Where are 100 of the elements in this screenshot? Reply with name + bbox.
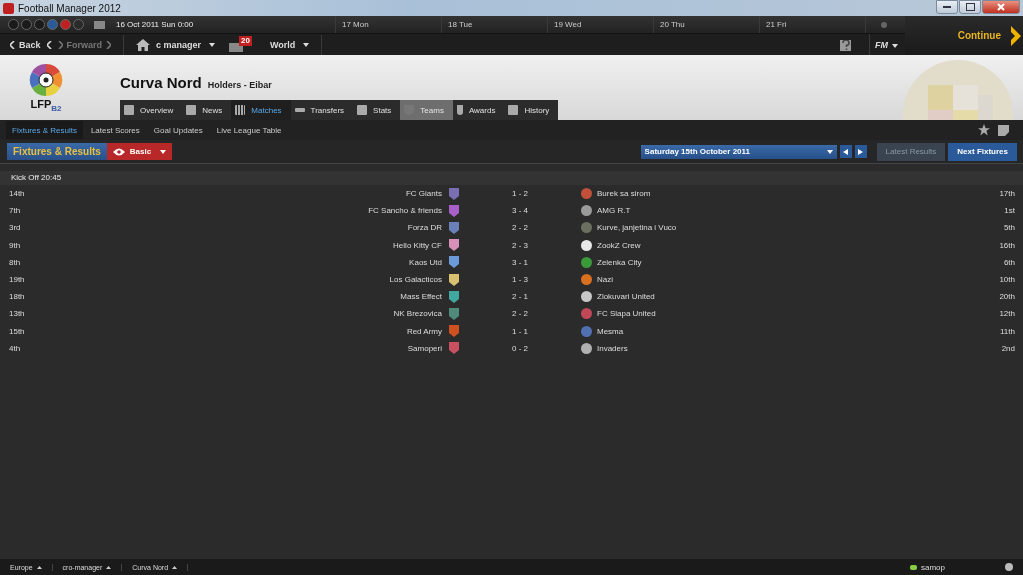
next-button[interactable] — [854, 145, 867, 158]
date-dropdown[interactable]: Saturday 15th October 2011 — [640, 144, 837, 159]
note-icon[interactable] — [998, 124, 1009, 136]
round-button-icon[interactable] — [73, 19, 84, 30]
table-cell-text: 3rd — [9, 223, 22, 233]
team-name[interactable]: Invaders — [597, 343, 955, 353]
team-name[interactable]: Nazi — [597, 275, 955, 285]
subnav-item[interactable]: Live League Table — [210, 121, 288, 139]
subnav-item[interactable]: Fixtures & Results — [6, 121, 83, 139]
table-cell-text: 18th — [9, 292, 26, 302]
score[interactable]: 1 - 3 — [462, 275, 578, 285]
team-name[interactable]: Kurve, janjetina i Vuco — [597, 223, 955, 233]
score[interactable]: 2 - 2 — [462, 223, 578, 233]
tab[interactable]: Overview — [120, 100, 183, 120]
page-subtitle: Holders - Eibar — [207, 80, 272, 90]
score[interactable]: 1 - 1 — [462, 326, 578, 336]
table-cell-text: 20th — [998, 292, 1015, 302]
team-name[interactable]: Hello Kitty CF — [69, 240, 442, 250]
minimize-button[interactable] — [936, 0, 958, 14]
team-name[interactable]: Red Army — [69, 326, 442, 336]
team-name[interactable]: FC Giants — [69, 189, 442, 199]
home-icon[interactable] — [136, 39, 151, 51]
caret-icon — [106, 565, 112, 569]
team-name[interactable]: ZookZ Crew — [597, 240, 955, 250]
chevron-left-icon[interactable] — [46, 41, 52, 49]
subnav-item[interactable]: Goal Updates — [147, 121, 209, 139]
table-cell-text: 13th — [9, 309, 26, 319]
app-icon — [3, 2, 14, 14]
score[interactable]: 2 - 2 — [462, 309, 578, 319]
team-name[interactable]: FC Sancho & friends — [69, 206, 442, 216]
world-menu[interactable]: World — [269, 40, 310, 50]
table-cell-text: 8th — [9, 257, 22, 267]
table-cell-text: 2nd — [1000, 343, 1015, 353]
team-name[interactable]: FC Slapa United — [597, 309, 955, 319]
team-name[interactable]: Los Galacticos — [69, 275, 442, 285]
toolbar-button[interactable]: Latest Results — [876, 142, 946, 161]
round-button-icon[interactable] — [47, 19, 58, 30]
triangle-right-icon — [858, 148, 864, 155]
maximize-button[interactable] — [959, 0, 981, 14]
tab[interactable]: News — [182, 100, 232, 120]
caret-icon — [826, 149, 833, 154]
caret-icon — [892, 44, 898, 48]
team-name[interactable]: AMG R.T — [597, 206, 955, 216]
calendar-day[interactable]: 21 Fri — [759, 16, 865, 33]
score[interactable]: 1 - 2 — [462, 189, 578, 199]
caret-icon — [160, 149, 167, 154]
calendar-day[interactable]: 20 Thu — [653, 16, 759, 33]
slider-knob-icon[interactable] — [880, 21, 887, 28]
table-cell-text: 12th — [998, 309, 1015, 319]
tab[interactable]: Awards — [452, 100, 505, 120]
back-button[interactable]: Back — [10, 40, 41, 50]
tab[interactable]: Transfers — [290, 100, 354, 120]
grid-icon — [235, 105, 246, 115]
tab[interactable]: Matches — [231, 100, 291, 120]
table-cell-text: 16th — [998, 240, 1015, 250]
team-name[interactable]: Mass Effect — [69, 292, 442, 302]
score[interactable]: 2 - 3 — [462, 240, 578, 250]
table-cell-text: 9th — [9, 240, 22, 250]
team-name[interactable]: Forza DR — [69, 223, 442, 233]
score[interactable]: 3 - 1 — [462, 257, 578, 267]
league-logo-icon — [28, 61, 64, 98]
chevron-left-icon — [10, 41, 15, 49]
page-title: Curva Nord — [120, 74, 202, 91]
view-menu[interactable]: Basic — [106, 143, 173, 160]
toolbar-button[interactable]: Next Fixtures — [948, 142, 1017, 161]
score[interactable]: 0 - 2 — [462, 343, 578, 353]
table-cell-text: 4th — [9, 343, 22, 353]
close-button[interactable] — [982, 0, 1020, 14]
subnav-item[interactable]: Latest Scores — [84, 121, 146, 139]
chevron-right-icon — [106, 41, 112, 49]
window-title: Football Manager 2012 — [18, 2, 121, 14]
team-name[interactable]: Mesma — [597, 326, 955, 336]
tab[interactable]: Stats — [353, 100, 401, 120]
calendar-day[interactable]: 18 Tue — [441, 16, 547, 33]
table-cell-text: 19th — [9, 275, 26, 285]
inbox-badge: 20 — [239, 36, 252, 46]
group-header: Kick Off 20:45 — [0, 171, 1023, 185]
calendar-day[interactable]: 17 Mon — [335, 16, 441, 33]
help-icon[interactable] — [840, 39, 851, 51]
eye-icon — [112, 147, 125, 156]
inbox-icon[interactable] — [229, 43, 244, 52]
caret-icon — [172, 565, 178, 569]
score[interactable]: 3 - 4 — [462, 206, 578, 216]
table-cell-text: 17th — [998, 189, 1015, 199]
tab[interactable]: History — [504, 100, 559, 120]
calendar-day[interactable]: 19 Wed — [547, 16, 653, 33]
table-cell-text: 1st — [1003, 206, 1015, 216]
team-name[interactable]: Zelenka City — [597, 257, 955, 267]
team-name[interactable]: Burek sa sirom — [597, 189, 955, 199]
table-cell-text: 11th — [999, 326, 1015, 336]
team-name[interactable]: NK Brezovica — [69, 309, 442, 319]
previous-button[interactable] — [839, 145, 852, 158]
score[interactable]: 2 - 1 — [462, 292, 578, 302]
star-icon[interactable] — [978, 124, 990, 136]
manager-menu[interactable]: c manager — [156, 40, 216, 50]
team-name[interactable]: Kaos Utd — [69, 257, 442, 267]
username: samop — [921, 562, 945, 572]
round-button-icon[interactable] — [60, 19, 71, 30]
team-name[interactable]: Zlokuvari United — [597, 292, 955, 302]
team-name[interactable]: Samoperi — [69, 343, 442, 353]
